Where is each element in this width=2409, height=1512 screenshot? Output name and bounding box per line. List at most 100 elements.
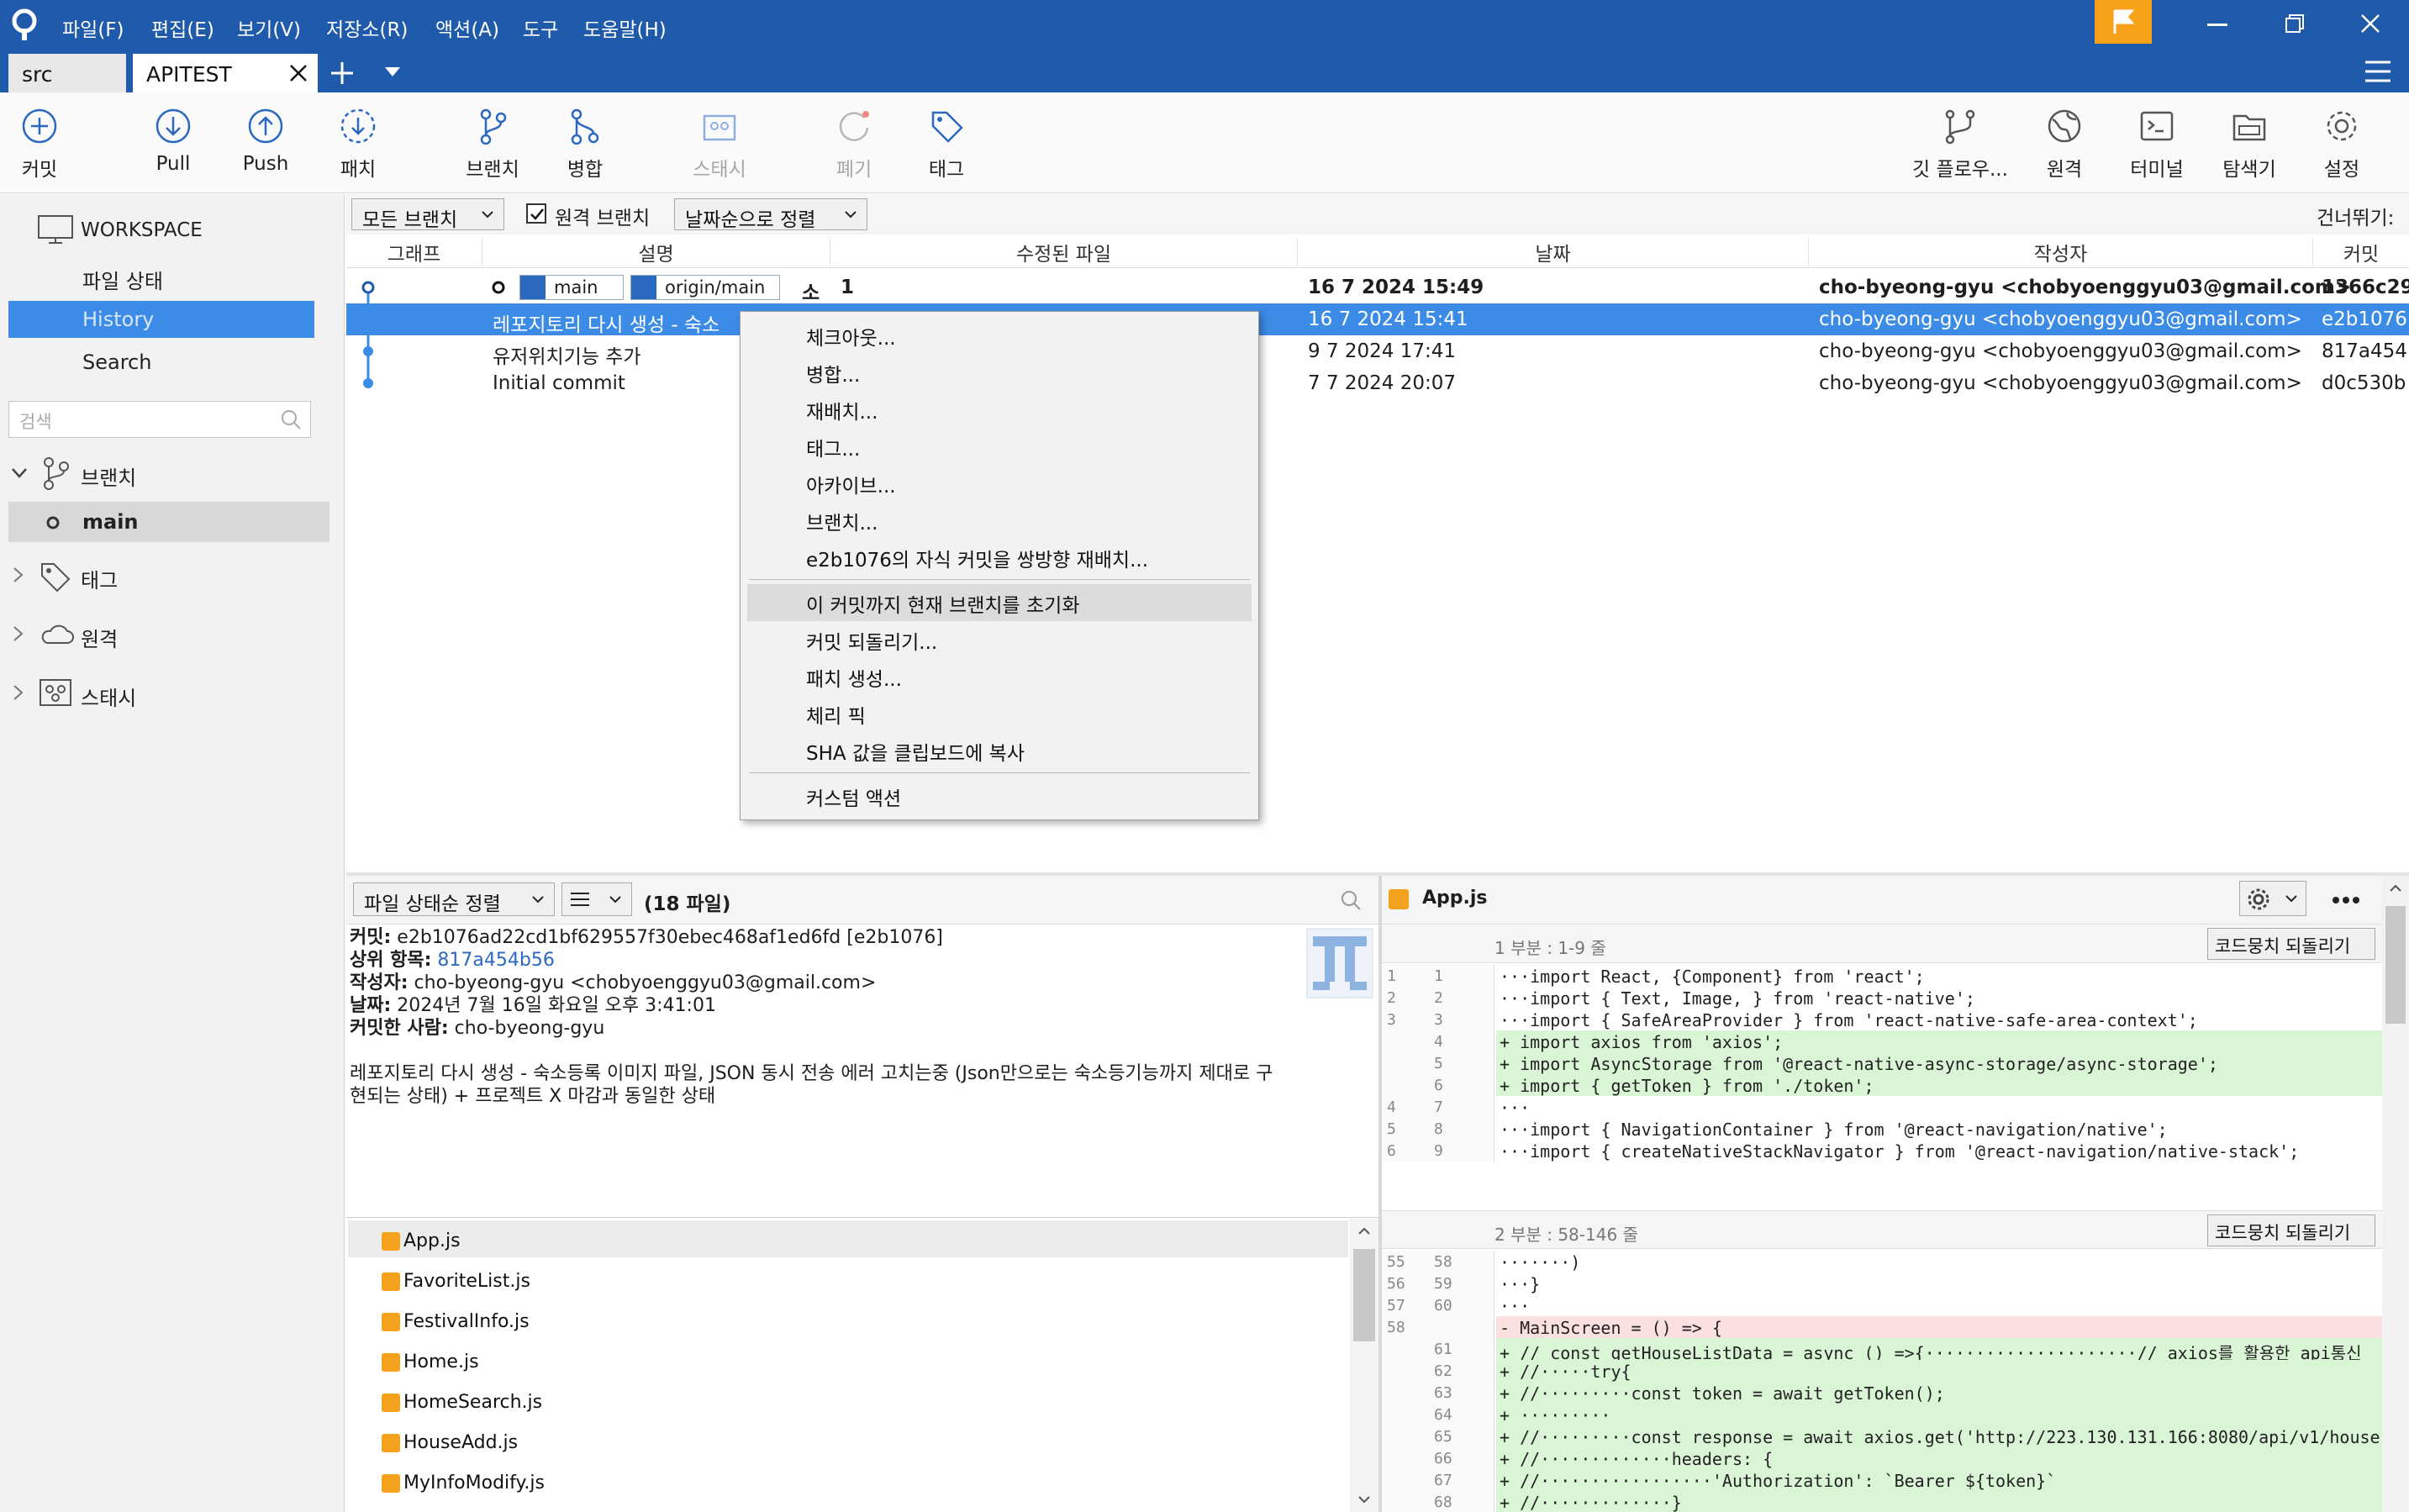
sort-dropdown[interactable]: 날짜순으로 정렬 (674, 198, 867, 231)
sidebar-file-status[interactable]: 파일 상태 (82, 265, 163, 294)
sidebar-search-input[interactable]: 검색 (8, 401, 311, 438)
file-item[interactable]: HomeSearch.js (382, 1392, 542, 1413)
revert-hunk-button[interactable]: 코드뭉치 되돌리기 (2207, 928, 2375, 960)
commit-row[interactable]: 유저위치기능 추가 9 7 2024 17:41 cho-byeong-gyu … (346, 335, 2409, 368)
menu-view[interactable]: 보기(V) (237, 13, 301, 42)
menu-checkout[interactable]: 체크아웃... (806, 322, 896, 350)
sidebar-remotes[interactable]: 원격 (81, 623, 118, 652)
file-item[interactable]: FestivalInfo.js (382, 1311, 530, 1332)
scroll-up-icon[interactable] (2390, 884, 2401, 892)
remote-branches-checkbox[interactable] (526, 203, 546, 224)
add-tab-icon[interactable] (329, 61, 355, 86)
menu-edit[interactable]: 편집(E) (151, 13, 214, 42)
commit-date: 16 7 2024 15:49 (1308, 277, 1484, 298)
tab-dropdown-icon[interactable] (385, 67, 400, 77)
file-item[interactable]: Home.js (382, 1351, 479, 1372)
file-item[interactable]: FavoriteList.js (382, 1271, 530, 1292)
flag-button[interactable] (2095, 0, 2152, 44)
menu-create-patch[interactable]: 패치 생성... (806, 663, 902, 692)
sidebar-branches[interactable]: 브랜치 (81, 461, 136, 491)
menu-tools[interactable]: 도구 (523, 13, 558, 42)
terminal-button[interactable]: 터미널 (2115, 108, 2199, 182)
all-branches-dropdown[interactable]: 모든 브랜치 (351, 198, 504, 231)
expand-remotes-icon[interactable] (13, 626, 24, 641)
col-modified-files[interactable]: 수정된 파일 (830, 238, 1298, 266)
tag-button[interactable]: 태그 (904, 108, 988, 182)
sidebar-search[interactable]: Search (82, 350, 151, 374)
expand-tags-icon[interactable] (13, 567, 24, 582)
commit-row-selected[interactable]: 레포지토리 다시 생성 - 숙소 16 7 2024 15:41 cho-bye… (346, 303, 2409, 336)
commit-row[interactable]: Initial commit 7 7 2024 20:07 cho-byeong… (346, 367, 2409, 399)
close-window-icon[interactable] (2360, 13, 2380, 34)
col-author[interactable]: 작성자 (1809, 238, 2313, 266)
menu-help[interactable]: 도움말(H) (583, 13, 667, 42)
menu-cherry-pick[interactable]: 체리 픽 (806, 700, 866, 729)
diff-scrollbar[interactable] (2382, 876, 2409, 1512)
menu-action[interactable]: 액션(A) (435, 13, 499, 42)
hunk-title: 1 부분 : 1-9 줄 (1494, 938, 1606, 958)
explorer-button[interactable]: 탐색기 (2207, 108, 2291, 182)
col-date[interactable]: 날짜 (1298, 238, 1809, 266)
globe-icon (2048, 109, 2081, 143)
menu-branch[interactable]: 브랜치... (806, 507, 878, 535)
sidebar-history[interactable]: History (8, 301, 314, 338)
menu-interactive-rebase[interactable]: e2b1076의 자식 커밋을 쌍방향 재배치... (806, 544, 1148, 572)
tab-apitest[interactable]: APITEST (133, 54, 318, 92)
menu-rebase[interactable]: 재배치... (806, 396, 878, 424)
minimize-icon[interactable] (2207, 24, 2227, 27)
scroll-down-icon[interactable] (1358, 1496, 1370, 1504)
diff-options-dropdown[interactable] (2239, 881, 2306, 916)
file-list-scrollbar[interactable] (1350, 1219, 1378, 1512)
file-item[interactable]: HouseAdd.js (382, 1432, 518, 1453)
menu-repository[interactable]: 저장소(R) (326, 13, 408, 42)
branch-button[interactable]: 브랜치 (451, 108, 535, 182)
col-graph[interactable]: 그래프 (346, 238, 482, 266)
menu-revert-commit[interactable]: 커밋 되돌리기... (806, 626, 937, 655)
new-line-number: 2 (1434, 989, 1443, 1007)
file-sort-dropdown[interactable]: 파일 상태순 정렬 (353, 882, 555, 916)
file-item[interactable]: App.js (382, 1230, 461, 1251)
more-options-icon[interactable] (2332, 896, 2360, 904)
revert-hunk-button[interactable]: 코드뭉치 되돌리기 (2207, 1214, 2375, 1246)
stash-button[interactable]: 스태시 (677, 108, 762, 182)
hamburger-icon[interactable] (2365, 61, 2391, 82)
search-icon[interactable] (1340, 889, 1362, 911)
push-button[interactable]: Push (224, 108, 308, 175)
scroll-up-icon[interactable] (1358, 1227, 1370, 1235)
merge-button[interactable]: 병합 (543, 108, 627, 182)
gitflow-button[interactable]: 깃 플로우... (1901, 108, 2019, 182)
commit-button[interactable]: 커밋 (0, 108, 82, 182)
filter-bar (346, 194, 2409, 234)
old-line-number: 55 (1387, 1253, 1405, 1271)
menu-custom-actions[interactable]: 커스텀 액션 (806, 782, 901, 811)
expand-stashes-icon[interactable] (13, 685, 24, 700)
patch-button[interactable]: 패치 (316, 108, 400, 182)
col-description[interactable]: 설명 (482, 238, 830, 266)
parent-link[interactable]: 817a454b56 (437, 950, 554, 971)
discard-button[interactable]: 폐기 (812, 108, 896, 182)
line-numbers: 55 58 (1382, 1251, 1494, 1272)
view-mode-dropdown[interactable] (561, 882, 632, 916)
pull-button[interactable]: Pull (131, 108, 215, 175)
menu-merge[interactable]: 병합... (806, 359, 860, 387)
file-item[interactable]: MyInfoModify.js (382, 1472, 545, 1494)
branch-main-item[interactable]: main (8, 502, 329, 542)
scroll-thumb[interactable] (2385, 906, 2406, 1024)
menu-copy-sha[interactable]: SHA 값을 클립보드에 복사 (806, 737, 1025, 766)
code-text: ···import React, {Component} from 'react… (1496, 965, 2382, 987)
col-commit[interactable]: 커밋 (2313, 238, 2409, 266)
menu-file[interactable]: 파일(F) (62, 13, 124, 42)
settings-button[interactable]: 설정 (2300, 108, 2384, 182)
commit-row[interactable]: main origin/main 소 1 16 7 2024 15:49 cho… (346, 271, 2409, 304)
menu-tag[interactable]: 태그... (806, 433, 860, 461)
expand-branches-icon[interactable] (12, 468, 27, 478)
sidebar-stashes[interactable]: 스태시 (81, 682, 136, 711)
menu-reset-branch[interactable]: 이 커밋까지 현재 브랜치를 초기화 (806, 589, 1079, 618)
menu-archive[interactable]: 아카이브... (806, 470, 896, 498)
close-tab-icon[interactable] (289, 64, 308, 82)
sidebar-tags[interactable]: 태그 (81, 564, 118, 593)
remote-button[interactable]: 원격 (2022, 108, 2106, 182)
restore-icon[interactable] (2285, 13, 2305, 34)
tab-src[interactable]: src (8, 54, 126, 92)
scroll-thumb[interactable] (1353, 1249, 1375, 1341)
